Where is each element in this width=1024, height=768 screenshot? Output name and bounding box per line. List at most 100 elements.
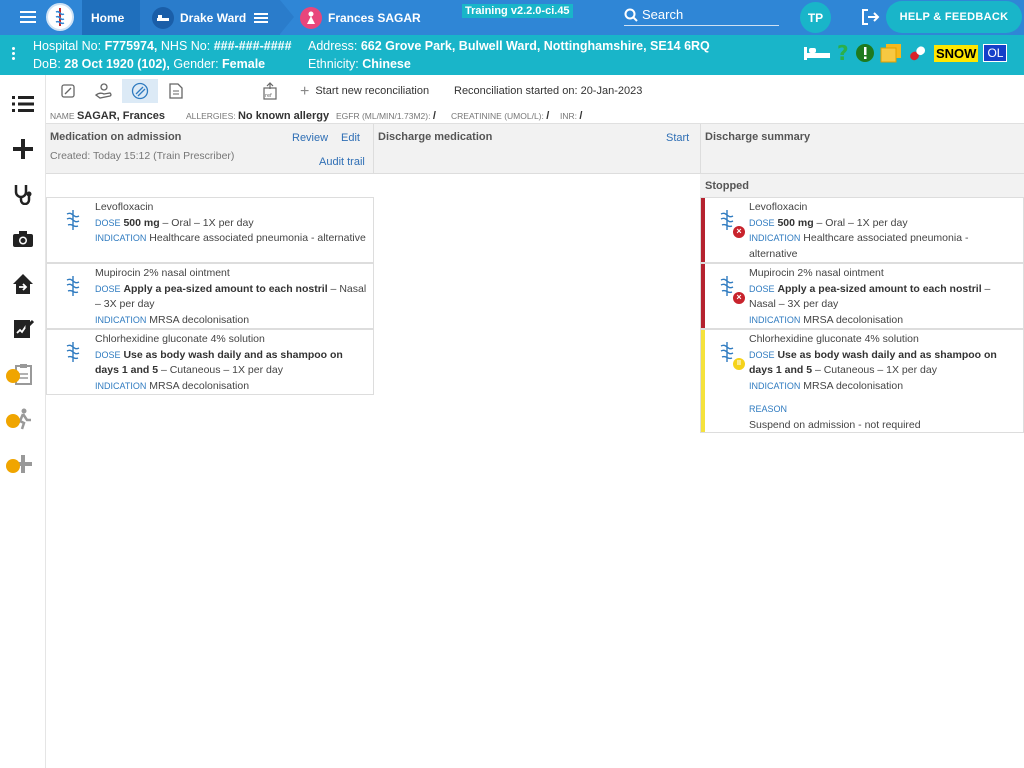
med-route: – Oral – 1X per day (813, 216, 908, 229)
reconciliation-started-on: Reconciliation started on: 20-Jan-2023 (454, 85, 643, 97)
med-name: Levofloxacin (749, 201, 808, 213)
breadcrumb-patient[interactable]: Frances SAGAR (300, 0, 421, 35)
search-placeholder: Search (642, 7, 684, 22)
alert-icons: ? SNOW OL (803, 43, 1008, 63)
plus-icon: + (300, 83, 310, 100)
notes-icon[interactable] (880, 43, 902, 63)
patient-ethnicity: Ethnicity: Chinese (308, 57, 411, 71)
stopped-status-bar (701, 264, 705, 328)
home-exit-icon[interactable] (10, 271, 36, 297)
warning-icon[interactable] (855, 43, 875, 63)
med-indication: MRSA decolonisation (803, 379, 904, 392)
medication-icon (66, 276, 80, 296)
lock-icon (6, 459, 20, 473)
app-logo[interactable] (46, 3, 74, 31)
start-link[interactable]: Start (666, 132, 689, 144)
reconciliation-tab-icon[interactable] (122, 79, 158, 103)
med-reason: Suspend on admission - not required (749, 418, 921, 431)
med-route: – Oral – 1X per day (159, 216, 254, 229)
help-feedback-button[interactable]: HELP & FEEDBACK (886, 1, 1022, 33)
user-avatar[interactable]: TP (800, 2, 831, 33)
breadcrumb-separator (280, 0, 294, 34)
camera-icon[interactable] (10, 226, 36, 252)
pill-bottle-icon[interactable] (50, 79, 86, 103)
question-icon[interactable]: ? (836, 43, 850, 63)
breadcrumb-home[interactable]: Home (91, 0, 124, 35)
med-dose: 500 mg (123, 216, 160, 229)
suspended-med-card[interactable]: II Chlorhexidine gluconate 4% solution D… (700, 329, 1024, 433)
review-link[interactable]: Review (292, 132, 328, 144)
menu-icon[interactable] (20, 11, 36, 23)
ward-menu-icon[interactable] (254, 11, 269, 25)
suspended-status-bar (701, 330, 705, 432)
indication-label: INDICATION (95, 314, 147, 325)
med-name: Mupirocin 2% nasal ointment (749, 267, 884, 279)
export-ref-icon[interactable]: ref (252, 79, 288, 103)
add-locked-icon[interactable] (6, 451, 36, 477)
info-inr: INR: / (560, 110, 583, 122)
snow-badge[interactable]: SNOW (934, 44, 979, 62)
med-name: Levofloxacin (95, 201, 154, 213)
indication-label: INDICATION (749, 380, 801, 391)
logout-icon[interactable] (860, 8, 880, 26)
reason-label: REASON (749, 404, 788, 414)
medication-pill-icon[interactable] (907, 43, 929, 63)
med-route: – Cutaneous – 1X per day (812, 364, 937, 376)
stethoscope-icon[interactable] (10, 181, 36, 207)
med-name: Chlorhexidine gluconate 4% solution (749, 333, 919, 345)
home-label: Home (91, 10, 125, 25)
start-new-reconciliation-button[interactable]: + Start new reconciliation (300, 83, 429, 101)
indication-label: INDICATION (749, 314, 801, 325)
discharge-column-header: Discharge medication Start (374, 124, 701, 174)
patient-info-bar: NAME SAGAR, Frances ALLERGIES: No known … (46, 108, 1024, 124)
ol-badge[interactable]: OL (983, 44, 1008, 62)
search-input[interactable]: Search (624, 4, 779, 26)
add-icon[interactable] (10, 136, 36, 162)
summary-title: Discharge summary (705, 131, 811, 143)
medication-icon (66, 210, 80, 230)
stopped-med-card[interactable]: × Levofloxacin DOSE 500 mg – Oral – 1X p… (700, 197, 1024, 263)
sign-document-icon[interactable] (10, 316, 36, 342)
med-indication: Healthcare associated pneumonia - altern… (149, 232, 366, 244)
edit-link[interactable]: Edit (341, 132, 360, 144)
dose-label: DOSE (749, 283, 775, 294)
info-name: NAME SAGAR, Frances (50, 110, 165, 122)
stopped-med-card[interactable]: × Mupirocin 2% nasal ointment DOSE Apply… (700, 263, 1024, 329)
medication-icon (66, 342, 80, 362)
stopped-status-bar (701, 198, 705, 262)
breadcrumb-ward[interactable]: Drake Ward (152, 0, 269, 35)
stopped-x-icon: × (733, 226, 745, 238)
admission-med-card[interactable]: Mupirocin 2% nasal ointment DOSE Apply a… (46, 263, 374, 329)
stopped-section-header: Stopped (700, 174, 1024, 198)
indication-label: INDICATION (95, 233, 147, 243)
patient-ids: Hospital No: F775974, NHS No: ###-###-##… (33, 39, 292, 53)
dose-label: DOSE (95, 217, 121, 228)
hand-medication-icon[interactable] (86, 79, 122, 103)
med-dose: Apply a pea-sized amount to each nostril (123, 282, 328, 295)
admission-med-card[interactable]: Levofloxacin DOSE 500 mg – Oral – 1X per… (46, 197, 374, 263)
bed-icon[interactable] (803, 44, 831, 62)
stopped-x-icon: × (733, 292, 745, 304)
med-indication: MRSA decolonisation (149, 379, 250, 392)
audit-trail-link[interactable]: Audit trail (319, 156, 365, 168)
more-options-icon[interactable] (12, 47, 16, 62)
female-patient-icon (300, 6, 322, 29)
summary-column-header: Discharge summary (701, 124, 1024, 174)
discharge-title: Discharge medication (378, 131, 493, 143)
clipboard-locked-icon[interactable] (6, 361, 36, 387)
list-icon[interactable] (10, 91, 36, 117)
patient-discharge-locked-icon[interactable] (6, 406, 36, 432)
admission-med-card[interactable]: Chlorhexidine gluconate 4% solution DOSE… (46, 329, 374, 395)
info-allergies: ALLERGIES: No known allergy (186, 110, 330, 122)
patient-label: Frances SAGAR (328, 10, 421, 25)
patient-dob-gender: DoB: 28 Oct 1920 (102), Gender: Female (33, 57, 266, 71)
pause-icon: II (733, 358, 745, 370)
med-name: Chlorhexidine gluconate 4% solution (95, 333, 265, 345)
indication-label: INDICATION (95, 380, 147, 391)
document-icon[interactable] (158, 79, 194, 103)
search-icon (624, 8, 638, 22)
med-indication: MRSA decolonisation (803, 313, 904, 326)
dose-label: DOSE (95, 349, 121, 360)
dose-label: DOSE (749, 217, 775, 228)
med-indication: MRSA decolonisation (149, 313, 250, 326)
